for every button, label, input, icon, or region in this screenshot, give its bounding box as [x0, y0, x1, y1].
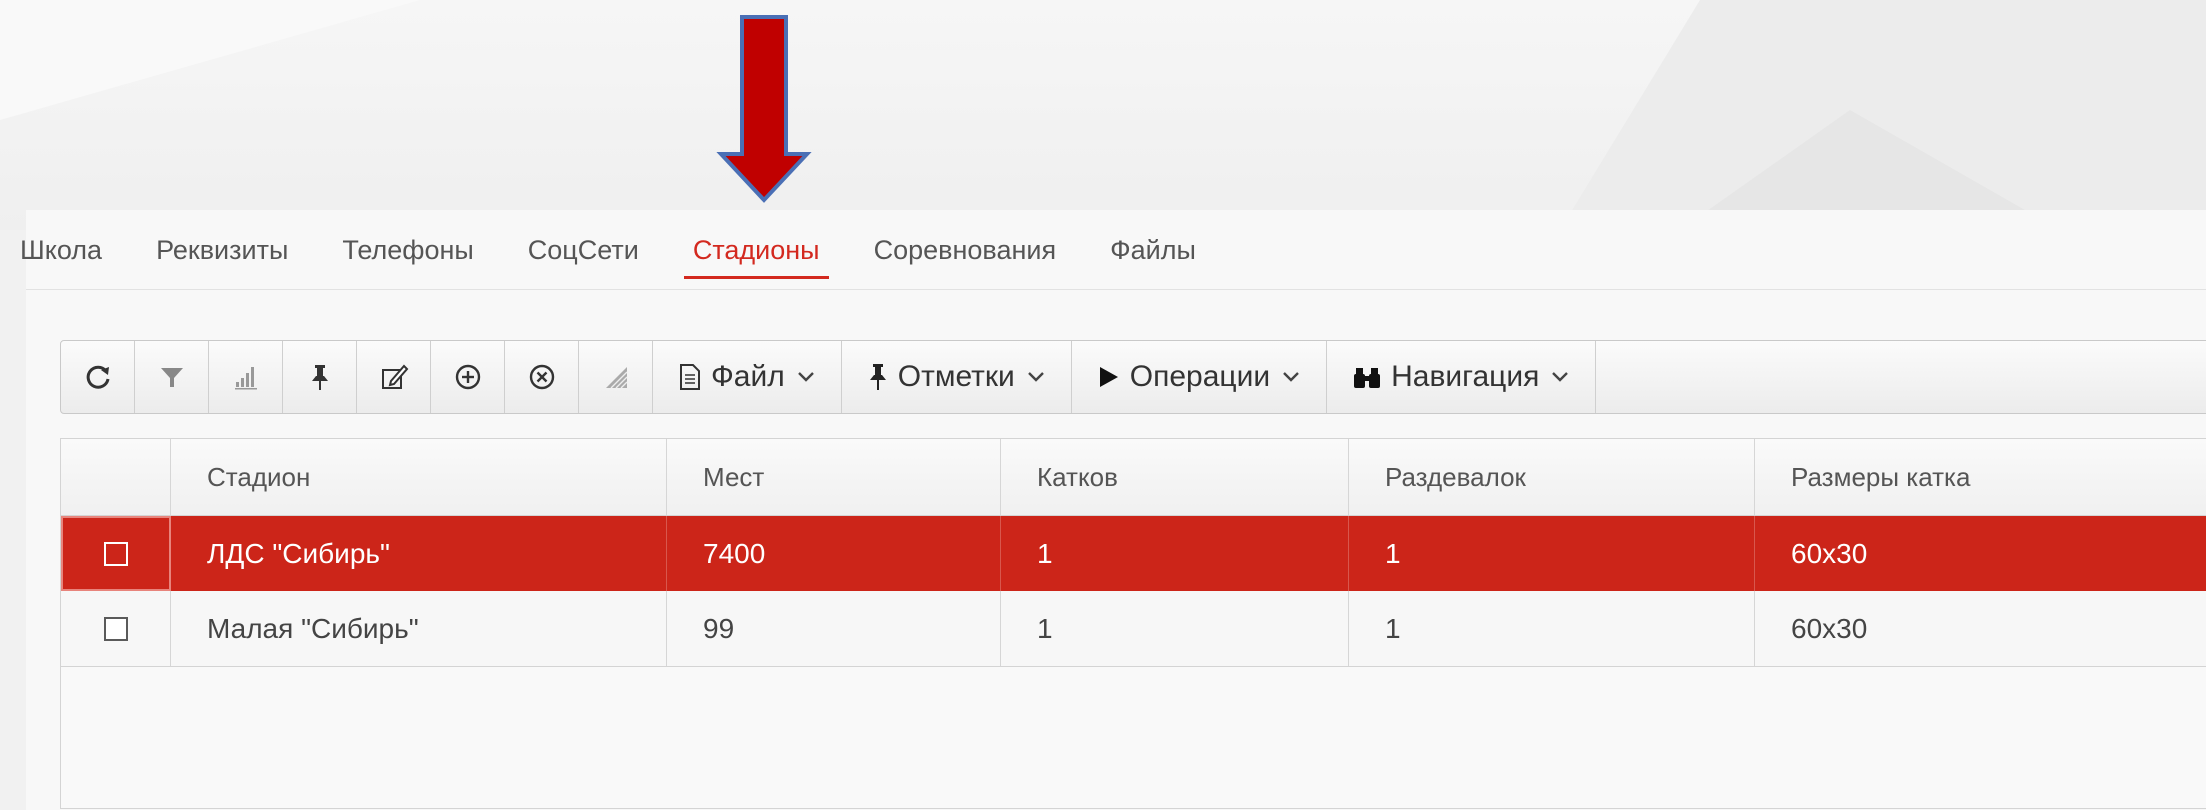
- cell-seats[interactable]: 7400: [667, 516, 1001, 591]
- navigation-menu-label: Навигация: [1391, 360, 1540, 393]
- row-select-cell: [61, 591, 171, 666]
- operations-menu-label: Операции: [1129, 360, 1271, 393]
- column-header-stadium[interactable]: Стадион: [171, 439, 667, 515]
- header-select-column[interactable]: [61, 439, 171, 515]
- tab-requisites[interactable]: Реквизиты: [156, 226, 288, 278]
- column-header-locker-rooms[interactable]: Раздевалок: [1349, 439, 1755, 515]
- row-select-cell: [61, 516, 171, 591]
- table-row[interactable]: Малая "Сибирь" 99 1 1 60x30: [61, 591, 2206, 667]
- row-checkbox[interactable]: [103, 616, 128, 641]
- delete-button[interactable]: [505, 341, 579, 413]
- edit-button[interactable]: [357, 341, 431, 413]
- add-button[interactable]: [431, 341, 505, 413]
- cell-rink-size[interactable]: 60x30: [1755, 516, 2206, 591]
- chevron-down-icon: [1027, 371, 1045, 383]
- tab-bar: Школа Реквизиты Телефоны СоцСети Стадион…: [20, 226, 1250, 290]
- cell-seats[interactable]: 99: [667, 591, 1001, 666]
- chevron-down-icon: [1551, 371, 1569, 383]
- pin-icon: [311, 365, 328, 390]
- tab-phones[interactable]: Телефоны: [342, 226, 473, 278]
- filter-button[interactable]: [135, 341, 209, 413]
- tab-social[interactable]: СоцСети: [528, 226, 639, 278]
- filter-icon: [160, 368, 183, 387]
- cell-stadium[interactable]: Малая "Сибирь": [171, 591, 667, 666]
- column-header-rink-size[interactable]: Размеры катка: [1755, 439, 2206, 515]
- bar-chart-icon: [234, 367, 257, 390]
- document-icon: [679, 363, 701, 391]
- file-menu-label: Файл: [711, 360, 785, 393]
- operations-menu[interactable]: Операции: [1072, 341, 1328, 413]
- table-header: Стадион Мест Катков Раздевалок Размеры к…: [61, 439, 2206, 516]
- play-icon: [1098, 365, 1120, 389]
- cell-rinks[interactable]: 1: [1001, 516, 1349, 591]
- column-header-rinks[interactable]: Катков: [1001, 439, 1349, 515]
- chart-button[interactable]: [209, 341, 283, 413]
- chevron-down-icon: [1282, 371, 1300, 383]
- toolbar: Файл Отметки Операции Навигация: [60, 340, 2206, 414]
- tab-competitions[interactable]: Соревнования: [874, 226, 1057, 278]
- column-header-seats[interactable]: Мест: [667, 439, 1001, 515]
- remove-circle-icon: [529, 364, 554, 390]
- binoculars-icon: [1353, 364, 1381, 390]
- tab-divider: [26, 289, 2206, 290]
- stadiums-grid: Стадион Мест Катков Раздевалок Размеры к…: [60, 438, 2206, 809]
- cell-rinks[interactable]: 1: [1001, 591, 1349, 666]
- background-pattern: [0, 0, 2206, 230]
- marks-menu[interactable]: Отметки: [842, 341, 1072, 413]
- tab-stadiums[interactable]: Стадионы: [683, 226, 829, 279]
- resize-button[interactable]: [579, 341, 653, 413]
- file-menu[interactable]: Файл: [653, 341, 842, 413]
- cell-stadium[interactable]: ЛДС "Сибирь": [171, 516, 667, 591]
- pin-icon: [868, 362, 888, 392]
- refresh-button[interactable]: [61, 341, 135, 413]
- cell-locker-rooms[interactable]: 1: [1349, 516, 1755, 591]
- tab-school[interactable]: Школа: [20, 226, 102, 278]
- refresh-icon: [86, 365, 109, 389]
- marks-menu-label: Отметки: [897, 360, 1015, 393]
- cell-locker-rooms[interactable]: 1: [1349, 591, 1755, 666]
- row-checkbox[interactable]: [104, 541, 128, 566]
- tab-files[interactable]: Файлы: [1110, 226, 1196, 278]
- down-arrow-annotation: [716, 15, 812, 203]
- pin-button[interactable]: [283, 341, 357, 413]
- edit-icon: [381, 364, 408, 389]
- navigation-menu[interactable]: Навигация: [1327, 341, 1597, 413]
- resize-icon: [605, 367, 627, 389]
- cell-rink-size[interactable]: 60x30: [1755, 591, 2206, 666]
- add-circle-icon: [455, 364, 480, 390]
- table-row[interactable]: ЛДС "Сибирь" 7400 1 1 60x30: [61, 516, 2206, 591]
- chevron-down-icon: [797, 371, 815, 383]
